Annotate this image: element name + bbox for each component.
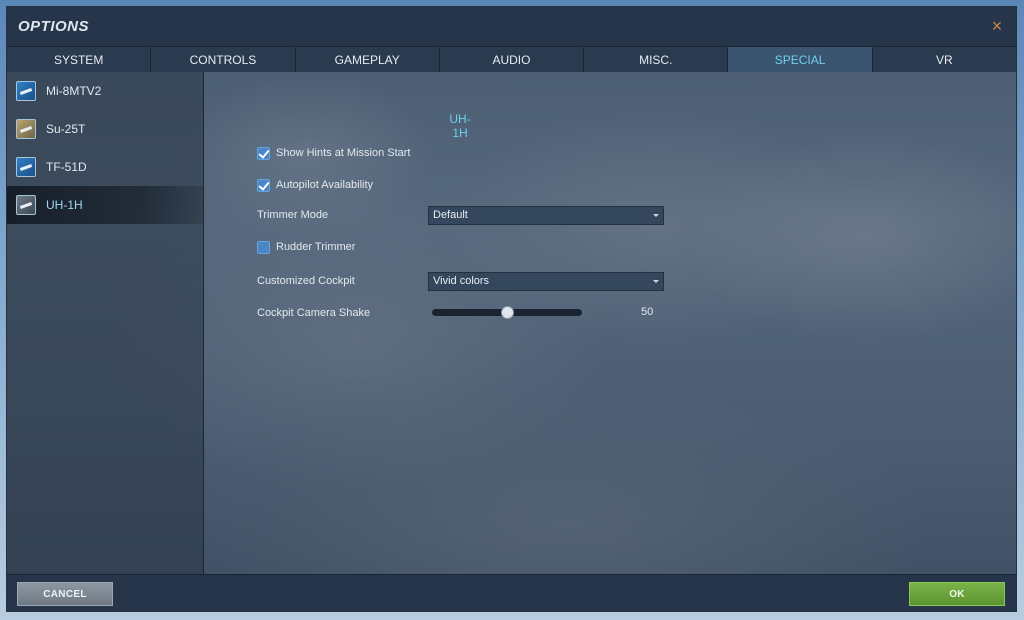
trimmer-mode-row: Trimmer Mode: [257, 206, 328, 224]
tab-misc[interactable]: MISC.: [584, 46, 729, 72]
customized-cockpit-row: Customized Cockpit: [257, 272, 355, 290]
show-hints-label: Show Hints at Mission Start: [276, 147, 411, 159]
chevron-down-icon: [653, 214, 659, 217]
helicopter-icon: [16, 195, 36, 215]
sidebar-item-uh-1h[interactable]: UH-1H: [7, 186, 203, 224]
footer-bar: CANCEL OK: [7, 574, 1016, 611]
trimmer-mode-dropdown[interactable]: Default: [428, 206, 664, 225]
show-hints-checkbox[interactable]: [257, 146, 270, 160]
rudder-trimmer-label: Rudder Trimmer: [276, 241, 356, 253]
title-bar: OPTIONS ×: [7, 7, 1016, 46]
sidebar-item-label: Su-25T: [46, 122, 86, 136]
sidebar-item-tf-51d[interactable]: TF-51D: [7, 148, 203, 186]
show-hints-row: Show Hints at Mission Start: [257, 144, 411, 162]
tab-audio[interactable]: AUDIO: [439, 46, 585, 72]
chevron-down-icon: [653, 280, 659, 283]
aircraft-list: Mi-8MTV2 Su-25T TF-51D UH-1H: [7, 72, 204, 574]
camera-shake-label: Cockpit Camera Shake: [257, 307, 371, 319]
tab-system[interactable]: SYSTEM: [7, 46, 152, 72]
rudder-trimmer-row: Rudder Trimmer: [257, 238, 355, 256]
window-title: OPTIONS: [18, 18, 90, 35]
autopilot-checkbox[interactable]: [257, 178, 270, 192]
customized-cockpit-dropdown[interactable]: Vivid colors: [428, 272, 664, 291]
tab-controls[interactable]: CONTROLS: [151, 46, 296, 72]
tab-bar: SYSTEM CONTROLS GAMEPLAY AUDIO MISC. SPE…: [7, 46, 1016, 72]
ok-button[interactable]: OK: [909, 582, 1005, 606]
tab-gameplay[interactable]: GAMEPLAY: [295, 46, 440, 72]
trimmer-mode-label: Trimmer Mode: [257, 209, 329, 221]
camera-shake-value: 50: [641, 306, 654, 318]
camera-shake-slider[interactable]: [432, 306, 582, 319]
panel-title: UH-1H: [449, 112, 471, 140]
close-icon[interactable]: ×: [988, 17, 1006, 35]
tab-vr[interactable]: VR: [872, 46, 1016, 72]
helicopter-icon: [16, 81, 36, 101]
tab-special[interactable]: SPECIAL: [728, 46, 873, 72]
sidebar-item-label: TF-51D: [46, 160, 87, 174]
sidebar-item-label: Mi-8MTV2: [46, 84, 102, 98]
cancel-button[interactable]: CANCEL: [17, 582, 113, 606]
sidebar-item-su-25t[interactable]: Su-25T: [7, 110, 203, 148]
options-window: OPTIONS × SYSTEM CONTROLS GAMEPLAY AUDIO…: [6, 6, 1017, 612]
special-options-panel: UH-1H Show Hints at Mission Start Autopi…: [205, 72, 1016, 574]
autopilot-label: Autopilot Availability: [276, 179, 374, 191]
autopilot-row: Autopilot Availability: [257, 176, 373, 194]
propeller-plane-icon: [16, 157, 36, 177]
sidebar-item-mi-8mtv2[interactable]: Mi-8MTV2: [7, 72, 203, 110]
customized-cockpit-value: Vivid colors: [433, 275, 490, 287]
customized-cockpit-label: Customized Cockpit: [257, 275, 355, 287]
slider-thumb[interactable]: [501, 306, 514, 319]
jet-icon: [16, 119, 36, 139]
rudder-trimmer-checkbox[interactable]: [257, 240, 270, 254]
trimmer-mode-value: Default: [433, 209, 468, 221]
sidebar-item-label: UH-1H: [46, 198, 83, 212]
camera-shake-row: Cockpit Camera Shake: [257, 304, 370, 322]
